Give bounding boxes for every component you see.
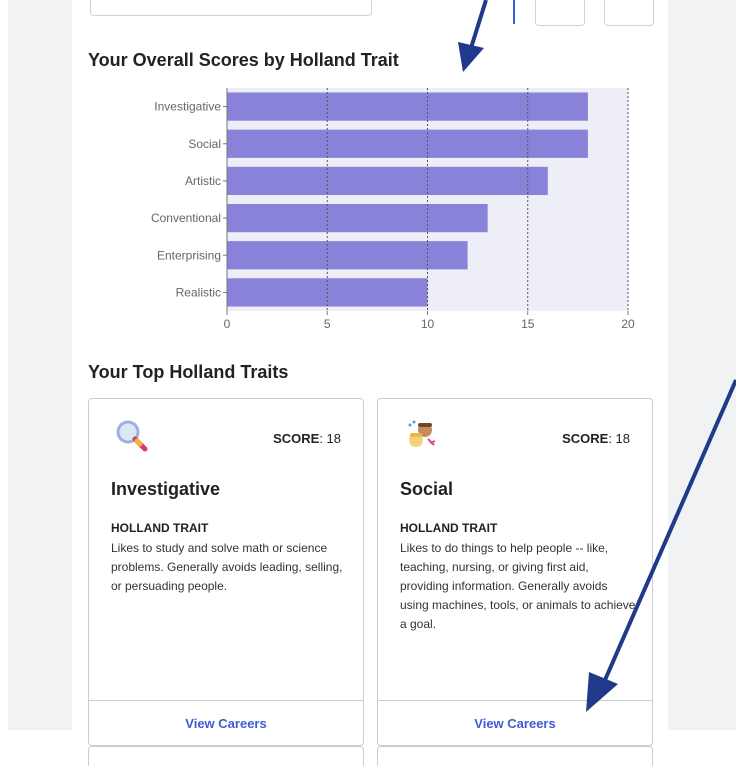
y-tick-label: Conventional — [151, 211, 221, 225]
top-button-2[interactable] — [604, 0, 654, 26]
x-tick-label: 15 — [521, 317, 535, 331]
y-tick-label: Social — [188, 137, 221, 151]
card-description: Likes to study and solve math or science… — [111, 541, 343, 593]
people-icon — [404, 419, 438, 453]
card-title: Social — [400, 479, 454, 499]
card-label: HOLLAND TRAIT — [400, 521, 498, 535]
trait-card-investigative: SCORE: 18 Investigative HOLLAND TRAIT Li… — [88, 398, 364, 746]
trait-card-social: SCORE: 18 Social HOLLAND TRAIT Likes to … — [377, 398, 653, 746]
card-footer: View Careers — [89, 700, 363, 745]
card-label: HOLLAND TRAIT — [111, 521, 209, 535]
card-score: SCORE: 18 — [273, 431, 341, 446]
traits-section-title: Your Top Holland Traits — [88, 362, 289, 382]
card-description: Likes to do things to help people -- lik… — [400, 541, 636, 631]
next-card-left — [88, 746, 364, 766]
scores-bar-chart: Investigative Social Artistic Conventional E… — [151, 88, 635, 331]
y-tick-label: Enterprising — [157, 248, 221, 262]
top-input-field[interactable] — [90, 0, 372, 16]
x-tick-label: 0 — [224, 317, 231, 331]
view-careers-link[interactable]: View Careers — [185, 716, 266, 731]
bar-conventional — [227, 203, 488, 233]
scores-chart: Investigative Social Artistic Conventional E… — [88, 86, 648, 336]
bar-artistic — [227, 166, 548, 196]
bar-enterprising — [227, 241, 468, 270]
card-title: Investigative — [111, 479, 221, 499]
card-footer: View Careers — [378, 700, 652, 745]
x-tick-label: 20 — [621, 317, 635, 331]
magnifying-glass-icon — [115, 419, 149, 453]
card-score: SCORE: 18 — [562, 431, 630, 446]
view-careers-link[interactable]: View Careers — [474, 716, 555, 731]
bar-investigative — [227, 92, 588, 121]
chart-section-title: Your Overall Scores by Holland Trait — [88, 50, 399, 70]
y-tick-label: Investigative — [154, 100, 221, 114]
top-button-1[interactable] — [535, 0, 585, 26]
top-divider — [513, 0, 515, 24]
y-tick-label: Artistic — [185, 174, 221, 188]
next-card-right — [377, 746, 653, 766]
left-gutter — [0, 0, 8, 757]
bar-social — [227, 129, 588, 158]
x-tick-label: 10 — [421, 317, 435, 331]
y-tick-label: Realistic — [176, 285, 221, 299]
x-tick-label: 5 — [324, 317, 331, 331]
